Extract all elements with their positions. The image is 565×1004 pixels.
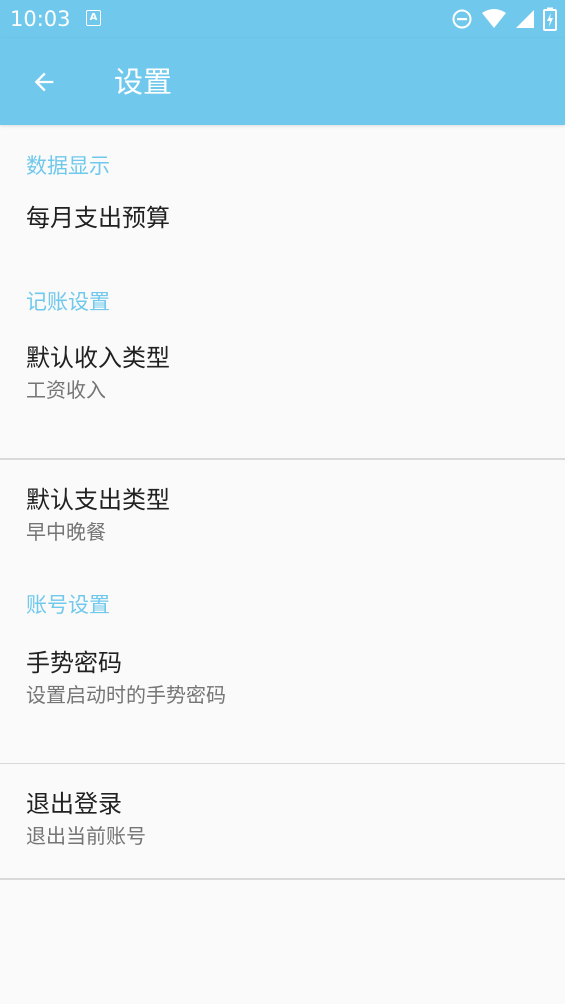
pref-title: 每月支出预算 — [26, 204, 170, 232]
status-bar: 10:03 A — [0, 0, 565, 38]
signal-icon — [516, 10, 534, 28]
pref-title: 退出登录 — [26, 790, 122, 818]
category-account: 账号设置 — [26, 592, 110, 617]
app-bar: 设置 — [0, 38, 565, 125]
dnd-icon — [452, 9, 472, 29]
back-button[interactable] — [20, 60, 68, 104]
wifi-icon — [482, 9, 506, 28]
pref-summary: 工资收入 — [26, 378, 106, 402]
settings-list: 数据显示 每月支出预算 记账设置 默认收入类型 工资收入 默认支出类型 早中晚餐… — [0, 125, 565, 880]
notification-icon: A — [86, 10, 101, 26]
pref-monthly-budget[interactable]: 每月支出预算 — [0, 203, 565, 261]
pref-logout[interactable]: 退出登录 退出当前账号 — [0, 764, 565, 878]
pref-title: 手势密码 — [26, 648, 122, 677]
status-time: 10:03 — [10, 7, 71, 31]
pref-title: 默认收入类型 — [26, 344, 170, 372]
pref-summary: 早中晚餐 — [26, 519, 106, 544]
page-title: 设置 — [114, 65, 173, 99]
arrow-back-icon — [34, 72, 54, 92]
category-bookkeeping: 记账设置 — [26, 290, 110, 314]
pref-default-income-type[interactable]: 默认收入类型 工资收入 — [0, 343, 565, 458]
pref-summary: 设置启动时的手势密码 — [26, 682, 226, 707]
divider — [0, 878, 565, 880]
category-data-display: 数据显示 — [26, 154, 110, 178]
battery-charging-icon — [543, 7, 557, 31]
pref-gesture-password[interactable]: 手势密码 设置启动时的手势密码 — [0, 648, 565, 763]
pref-title: 默认支出类型 — [26, 485, 170, 514]
status-icons — [451, 7, 557, 31]
pref-summary: 退出当前账号 — [26, 824, 146, 848]
pref-default-expense-type[interactable]: 默认支出类型 早中晚餐 — [0, 460, 565, 576]
